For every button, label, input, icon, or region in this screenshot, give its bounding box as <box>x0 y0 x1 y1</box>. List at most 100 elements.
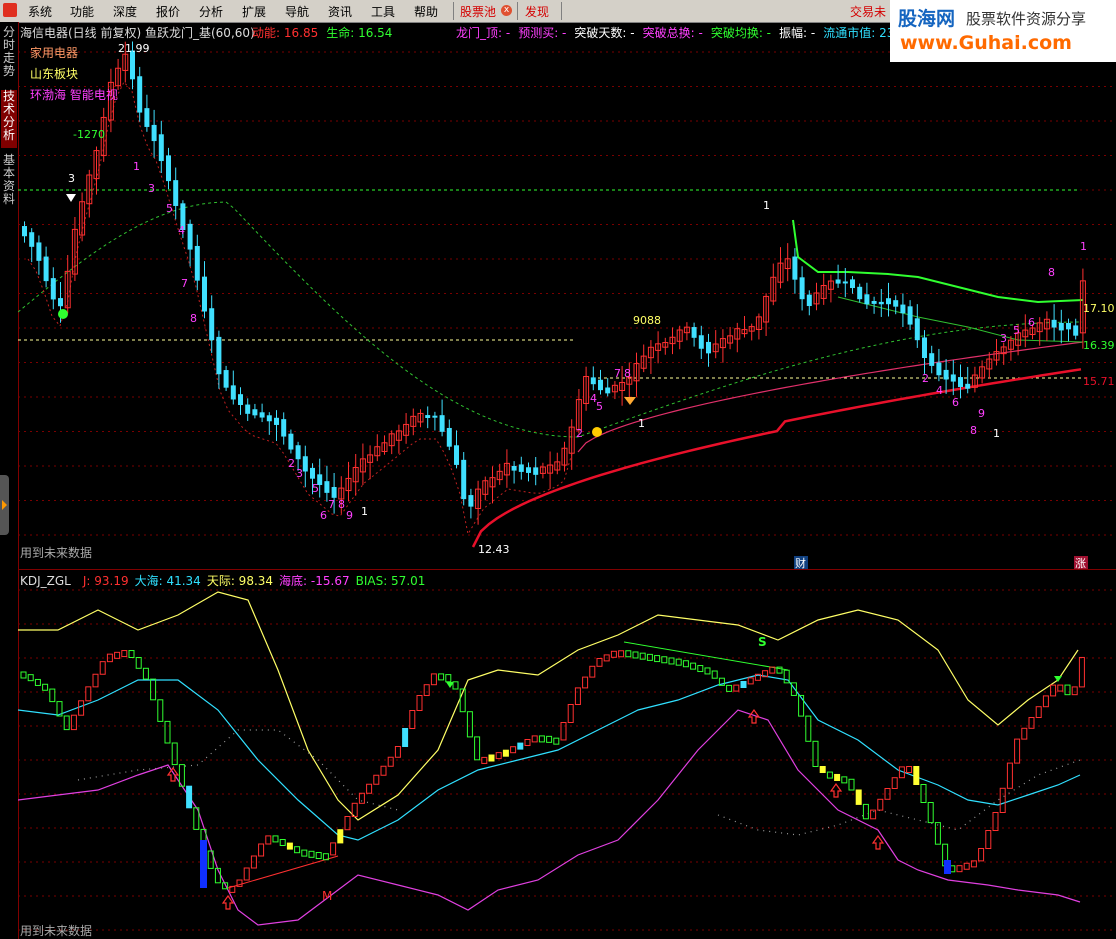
j-bar <box>78 700 85 716</box>
j-bar <box>27 674 34 682</box>
indicator-bars <box>20 650 1085 893</box>
candle-body <box>158 134 164 162</box>
count-label: 2 <box>922 372 929 385</box>
j-bar <box>474 736 481 761</box>
candle-body <box>166 155 171 182</box>
count-label: 8 <box>624 367 631 380</box>
kdj-indicator-chart[interactable]: SM <box>18 570 1116 939</box>
menu-analysis[interactable]: 分析 <box>199 3 223 20</box>
j-bar <box>358 792 365 804</box>
j-bar <box>963 862 970 870</box>
candle-body <box>468 495 474 507</box>
sell-arrow-icon <box>1054 676 1062 682</box>
j-bar <box>610 650 617 658</box>
count-label: 8 <box>1048 266 1055 279</box>
diamond-icon <box>66 194 76 202</box>
long-ma-line <box>18 201 1083 438</box>
tab-fundamentals[interactable]: 基本资料 <box>1 154 17 212</box>
j-bar <box>394 746 401 758</box>
j-bar <box>20 671 27 679</box>
menu-function[interactable]: 功能 <box>70 3 94 20</box>
candle-body <box>691 327 697 338</box>
signal-dot <box>592 427 602 437</box>
j-bar <box>466 711 473 738</box>
count-label: 1 <box>993 427 1000 440</box>
candle-body <box>922 337 927 358</box>
j-bar <box>157 699 164 722</box>
tab-technical-analysis[interactable]: 技术分析 <box>1 90 17 148</box>
candle-body <box>605 387 611 394</box>
candle-body <box>907 306 913 325</box>
menu-extend[interactable]: 扩展 <box>242 3 266 20</box>
buy-signal-dot <box>58 309 68 319</box>
count-label: 7 <box>328 498 335 511</box>
j-bar <box>488 754 495 762</box>
chart-title: 海信电器(日线 前复权) 鱼跃龙门_基(60,60) <box>20 26 255 40</box>
future-data-note: 用到未来数据 <box>20 924 93 938</box>
j-bar <box>92 673 99 688</box>
legend-item: 突破天数: - <box>574 26 635 40</box>
menu-separator <box>453 2 454 20</box>
j-bar <box>85 686 92 702</box>
candle-body <box>698 335 704 349</box>
j-bar <box>632 651 639 659</box>
sidebar-collapse-handle[interactable] <box>0 475 9 535</box>
legend-item: J: 93.19 <box>82 574 129 588</box>
price-chart[interactable]: 21.9912.43-1270908817.1016.3915.71354781… <box>18 22 1116 570</box>
menu-help[interactable]: 帮助 <box>414 3 438 20</box>
menu-quote[interactable]: 报价 <box>156 3 180 20</box>
j-bar <box>337 829 344 844</box>
buy-arrow-icon <box>747 708 761 724</box>
j-bar <box>618 650 625 658</box>
tab-intraday[interactable]: 分时走势 <box>1 26 17 84</box>
j-bar <box>567 704 574 723</box>
j-bar <box>574 687 581 706</box>
candle-body <box>857 286 863 300</box>
j-bar <box>906 766 913 773</box>
menu-discover[interactable]: 发现 <box>525 3 549 20</box>
candle-body <box>43 256 49 282</box>
j-bar <box>1042 695 1049 708</box>
menu-trade[interactable]: 交易未 <box>850 3 886 20</box>
j-bar <box>34 678 41 686</box>
j-bar <box>1064 684 1071 696</box>
count-label: 5 <box>596 400 603 413</box>
j-bar <box>646 653 653 661</box>
menu-system[interactable]: 系统 <box>28 3 52 20</box>
high-price-label: 21.99 <box>118 42 150 55</box>
legend-item: 突破均换: - <box>710 26 772 40</box>
j-bar <box>733 684 740 692</box>
j-bar <box>934 822 941 845</box>
j-bar <box>380 765 387 776</box>
count-label: 1 <box>361 505 368 518</box>
j-bar <box>1006 762 1013 789</box>
j-bar <box>855 789 862 805</box>
j-bar <box>834 773 841 781</box>
candle-body <box>835 279 841 284</box>
sector-label: 家用电器 <box>30 46 79 60</box>
candle-body <box>518 464 524 472</box>
j-bar <box>243 867 250 881</box>
menu-tools[interactable]: 工具 <box>371 3 395 20</box>
j-bar <box>186 785 193 809</box>
count-label: 7 <box>614 367 621 380</box>
legend-item: 海底: -15.67 <box>279 574 350 588</box>
menu-news[interactable]: 资讯 <box>328 3 352 20</box>
menu-depth[interactable]: 深度 <box>113 3 137 20</box>
candle-body <box>864 294 870 305</box>
stock-pool-close-icon[interactable]: x <box>501 5 512 16</box>
candle-body <box>598 379 603 391</box>
j-bar <box>668 657 675 665</box>
j-bar <box>690 662 697 670</box>
count-label: 1 <box>1080 240 1087 253</box>
count-label: 6 <box>952 396 959 409</box>
candle-body <box>22 226 27 237</box>
menu-navigate[interactable]: 导航 <box>285 3 309 20</box>
count-label: 6 <box>320 509 327 522</box>
candle-body <box>310 467 315 479</box>
j-bar <box>913 766 920 785</box>
menu-stock-pool[interactable]: 股票池 <box>460 3 496 20</box>
j-bar <box>805 715 812 742</box>
j-bar <box>402 728 409 747</box>
top-band-line <box>792 219 1084 304</box>
